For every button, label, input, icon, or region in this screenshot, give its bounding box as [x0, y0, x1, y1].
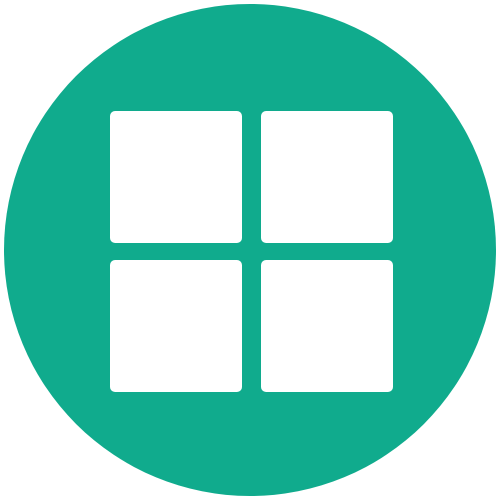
grid-tile-bottom-left [110, 260, 242, 392]
grid-tile-top-right [261, 111, 393, 243]
grid-tile-bottom-right [261, 260, 393, 392]
grid-tile-top-left [110, 111, 242, 243]
grid-icon [4, 4, 496, 496]
